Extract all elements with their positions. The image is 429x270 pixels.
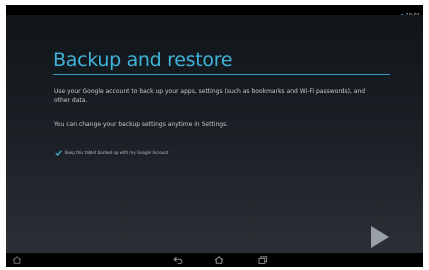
backup-description: Use your Google account to back up your … (54, 88, 366, 104)
nav-home-button[interactable] (212, 255, 226, 265)
recents-icon (258, 256, 268, 264)
nav-recents-button[interactable] (256, 255, 270, 265)
backup-checkbox[interactable] (55, 149, 62, 156)
settings-note: You can change your backup settings anyt… (54, 121, 229, 128)
next-arrow-icon (371, 226, 389, 248)
navigation-bar (6, 253, 423, 267)
tablet-screen: 10:01 Backup and restore Use your Google… (6, 5, 423, 267)
status-bar: 10:01 (6, 5, 423, 21)
backup-option[interactable]: Keep this tablet backed up with my Googl… (55, 149, 169, 156)
back-icon (173, 256, 183, 264)
next-button[interactable] (365, 223, 393, 251)
setup-content: Backup and restore Use your Google accou… (6, 15, 423, 253)
home-icon (214, 256, 224, 264)
nav-home-outline-button[interactable] (10, 255, 24, 265)
checkmark-icon (55, 149, 62, 156)
page-title: Backup and restore (53, 49, 233, 71)
home-outline-icon (12, 256, 22, 264)
backup-option-label: Keep this tablet backed up with my Googl… (65, 149, 169, 155)
title-divider (53, 74, 390, 75)
nav-back-button[interactable] (171, 255, 185, 265)
